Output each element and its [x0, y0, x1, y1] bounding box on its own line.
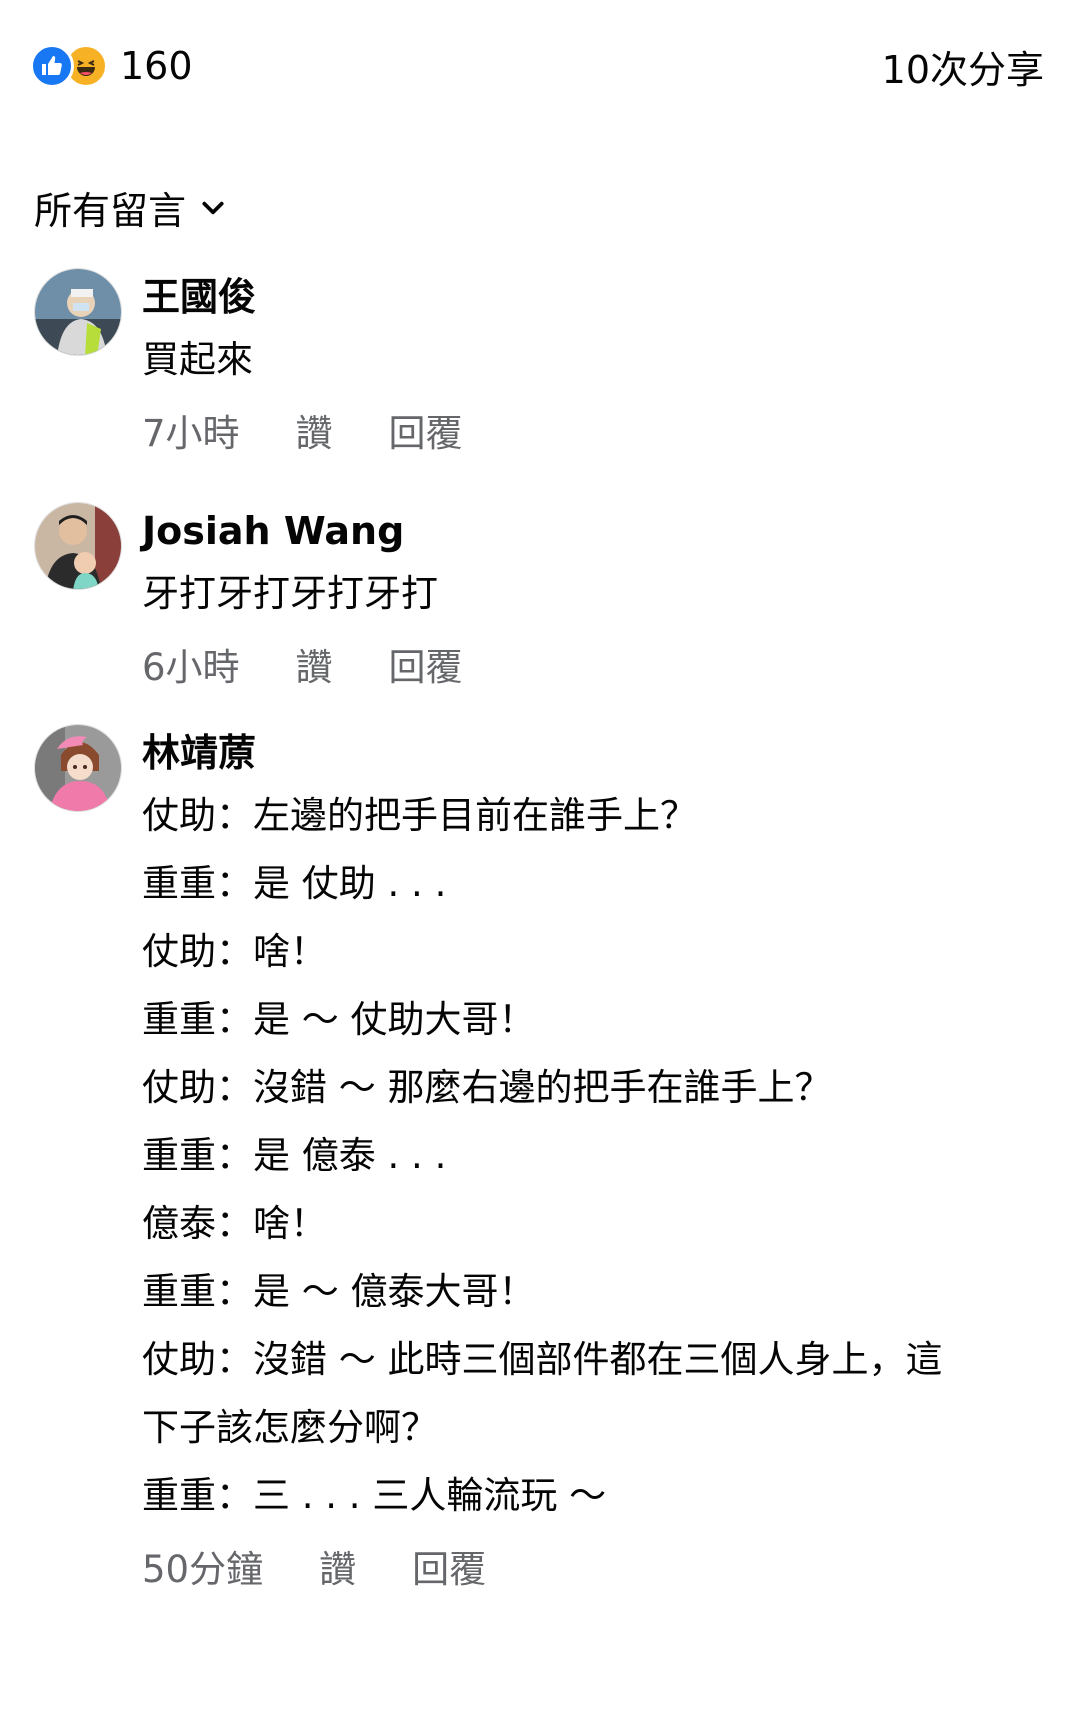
comment-text-line: 重重：是 ～ 億泰大哥！	[142, 1270, 536, 1313]
comment-text: 買起來	[142, 338, 253, 381]
comment-text-line: 下子該怎麼分啊？	[142, 1406, 438, 1449]
comment-text-line: 重重：是 仗助 . . .	[142, 862, 447, 905]
comment-time[interactable]: 7小時	[142, 406, 240, 462]
avatar[interactable]	[34, 502, 122, 590]
comment-filter-label: 所有留言	[34, 189, 187, 233]
comment-text-line: 仗助：沒錯 ～ 此時三個部件都在三個人身上，這	[142, 1338, 943, 1381]
like-reaction-icon	[30, 44, 74, 88]
like-button[interactable]: 讚	[296, 406, 333, 462]
reaction-count: 160	[120, 44, 193, 88]
reply-button[interactable]: 回覆	[389, 406, 463, 462]
reaction-summary[interactable]: 160	[30, 44, 193, 88]
like-button[interactable]: 讚	[296, 640, 333, 696]
comment-actions: 6小時 讚 回覆	[142, 640, 1050, 696]
comment-text: 仗助：左邊的把手目前在誰手上？ 重重：是 仗助 . . . 仗助：啥！ 重重：是…	[142, 782, 1050, 1530]
comment-text-line: 仗助：左邊的把手目前在誰手上？	[142, 794, 697, 837]
comment-author[interactable]: Josiah Wang	[142, 502, 1050, 560]
comment-text: 牙打牙打牙打牙打	[142, 572, 438, 615]
reply-button[interactable]: 回覆	[389, 640, 463, 696]
comment-text-line: 仗助：啥！	[142, 930, 327, 973]
comment-text-line: 重重：是 億泰 . . .	[142, 1134, 447, 1177]
comment-author[interactable]: 王國俊	[142, 268, 1050, 326]
comment-actions: 50分鐘 讚 回覆	[142, 1542, 1050, 1598]
comment-time[interactable]: 6小時	[142, 640, 240, 696]
avatar[interactable]	[34, 268, 122, 356]
comment-author[interactable]: 林靖蒝	[142, 724, 1050, 782]
comment-text-line: 仗助：沒錯 ～ 那麼右邊的把手在誰手上？	[142, 1066, 832, 1109]
comment-text-line: 重重：是 ～ 仗助大哥！	[142, 998, 536, 1041]
like-button[interactable]: 讚	[319, 1542, 356, 1598]
reactions-bar: 160 10次分享	[30, 40, 1044, 92]
comment-text-line: 億泰：啥！	[142, 1202, 327, 1245]
share-count[interactable]: 10次分享	[882, 39, 1044, 94]
reply-button[interactable]: 回覆	[412, 1542, 486, 1598]
comment-time[interactable]: 50分鐘	[142, 1542, 263, 1598]
chevron-down-icon	[202, 201, 224, 214]
avatar[interactable]	[34, 724, 122, 812]
comment-actions: 7小時 讚 回覆	[142, 406, 1050, 462]
comment-text-line: 重重：三 . . . 三人輪流玩 ～	[142, 1474, 607, 1517]
comment-filter-dropdown[interactable]: 所有留言	[34, 180, 226, 235]
